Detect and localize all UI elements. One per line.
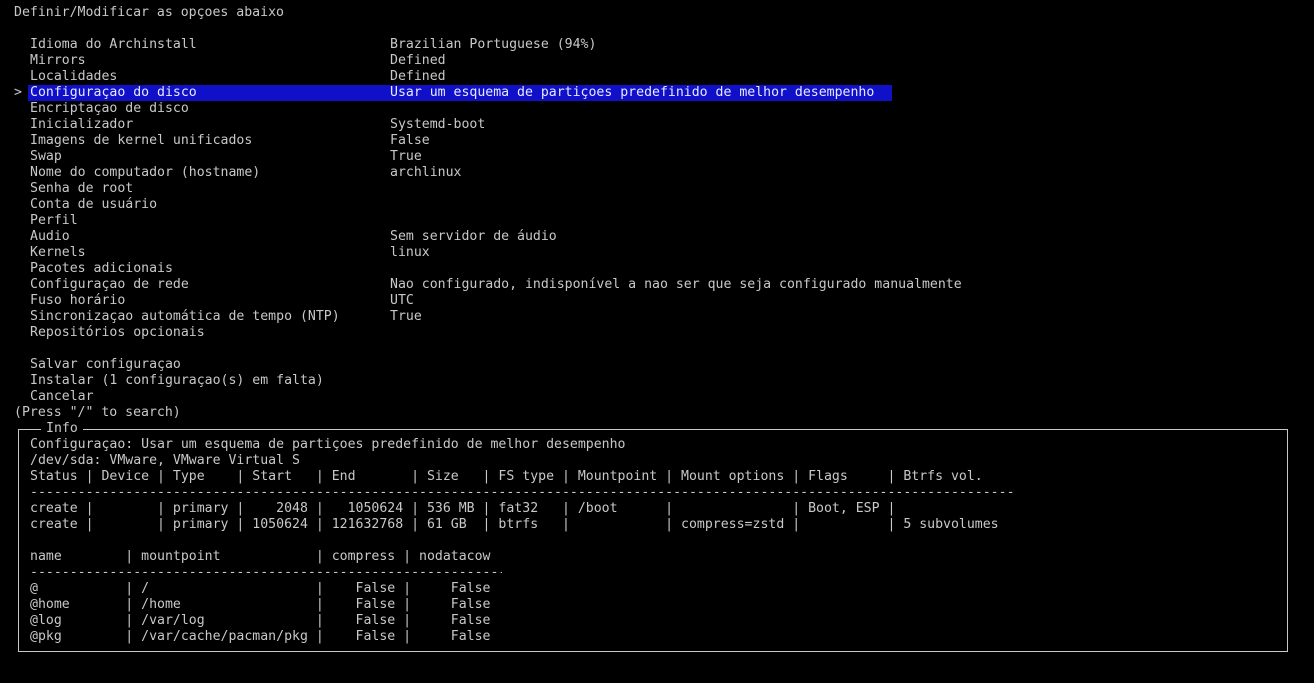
menu-item-fuso-horario[interactable]: Fuso horário UTC: [14, 293, 878, 309]
menu-item-value: Brazilian Portuguese (94%): [390, 37, 597, 52]
menu-item-conta-usuario[interactable]: Conta de usuário: [14, 197, 878, 213]
menu-item-label: Senha de root: [30, 181, 134, 196]
menu-item-audio[interactable]: Audio Sem servidor de áudio: [14, 229, 878, 245]
menu-item-label: Configuraçao de rede: [30, 277, 189, 292]
info-panel: Info Configuraçao: Usar um esquema de pa…: [18, 421, 1288, 652]
menu-item-label: Pacotes adicionais: [30, 261, 173, 276]
save-config-button[interactable]: Salvar configuraçao: [14, 357, 878, 373]
menu-item-senha-root[interactable]: Senha de root: [14, 181, 878, 197]
menu-item-label: Audio: [30, 229, 70, 244]
menu-item-idioma[interactable]: Idioma do Archinstall Brazilian Portugue…: [14, 37, 878, 53]
info-config-line: Configuraçao: Usar um esquema de partiço…: [30, 437, 626, 452]
menu-item-label: Conta de usuário: [30, 197, 158, 212]
menu-item-label: Localidades: [30, 69, 118, 84]
menu-item-value: Defined: [390, 53, 446, 68]
menu-item-label: Imagens de kernel unificados: [30, 133, 253, 148]
menu-item-label: Kernels: [30, 245, 86, 260]
menu-item-label: Repositórios opcionais: [30, 325, 205, 340]
menu-item-localidades[interactable]: Localidades Defined: [14, 69, 878, 85]
menu-item-value: Defined: [390, 69, 446, 84]
install-button[interactable]: Instalar (1 configuraçao(s) em falta): [14, 373, 878, 389]
menu-item-label: Sincronizaçao automática de tempo (NTP): [30, 309, 340, 324]
cancel-button[interactable]: Cancelar: [14, 389, 878, 405]
menu-item-value: True: [390, 309, 422, 324]
subvolume-table-row: @home | /home | False | False: [30, 597, 491, 612]
info-device-line: /dev/sda: VMware, VMware Virtual S: [30, 453, 300, 468]
menu-item-label: Mirrors: [30, 53, 86, 68]
subvolume-table-row: @log | /var/log | False | False: [30, 613, 491, 628]
menu-item-value: Systemd-boot: [390, 117, 486, 132]
page-title: Definir/Modificar as opçoes abaixo: [14, 5, 284, 20]
menu-item-label: Instalar (1 configuraçao(s) em falta): [30, 373, 324, 388]
menu-item-label: Salvar configuraçao: [30, 357, 181, 372]
subvolume-table-separator: ----------------------------------------…: [30, 565, 502, 580]
menu-item-perfil[interactable]: Perfil: [14, 213, 878, 229]
menu-item-value: Nao configurado, indisponível a nao ser …: [390, 277, 962, 292]
search-hint: (Press "/" to search): [14, 405, 181, 420]
menu-item-value: Usar um esquema de partiçoes predefinido…: [390, 85, 875, 100]
subvolume-table-row: @ | / | False | False: [30, 581, 491, 596]
menu-item-value: True: [390, 149, 422, 164]
info-panel-title: Info: [41, 421, 83, 437]
menu-item-hostname[interactable]: Nome do computador (hostname) archlinux: [14, 165, 878, 181]
menu-item-pacotes[interactable]: Pacotes adicionais: [14, 261, 878, 277]
partition-table-row: create | | primary | 1050624 | 121632768…: [30, 517, 999, 532]
partition-table-separator: ----------------------------------------…: [30, 485, 1013, 500]
menu-item-label: Encriptaçao de disco: [30, 101, 189, 116]
menu-cursor-icon: >: [14, 85, 22, 100]
menu-item-label: Nome do computador (hostname): [30, 165, 261, 180]
menu-item-label: Configuraçao do disco: [30, 85, 197, 100]
menu-item-encriptacao[interactable]: Encriptaçao de disco: [14, 101, 878, 117]
menu-item-inicializador[interactable]: Inicializador Systemd-boot: [14, 117, 878, 133]
menu-item-label: Perfil: [30, 213, 78, 228]
menu-item-label: Swap: [30, 149, 62, 164]
menu-item-value: UTC: [390, 293, 414, 308]
menu-item-swap[interactable]: Swap True: [14, 149, 878, 165]
menu-item-kernels[interactable]: Kernels linux: [14, 245, 878, 261]
menu-item-value: False: [390, 133, 430, 148]
menu-item-label: Fuso horário: [30, 293, 126, 308]
menu-item-imagens-kernel[interactable]: Imagens de kernel unificados False: [14, 133, 878, 149]
subvolume-table-header: name | mountpoint | compress | nodatacow: [30, 549, 491, 564]
menu-item-configuracao-disco[interactable]: > Configuraçao do disco Usar um esquema …: [14, 85, 892, 101]
partition-table-row: create | | primary | 2048 | 1050624 | 53…: [30, 501, 896, 516]
menu-item-value: archlinux: [390, 165, 462, 180]
menu-item-label: Cancelar: [30, 389, 94, 404]
menu-item-ntp[interactable]: Sincronizaçao automática de tempo (NTP) …: [14, 309, 878, 325]
partition-table-header: Status | Device | Type | Start | End | S…: [30, 469, 983, 484]
menu-item-mirrors[interactable]: Mirrors Defined: [14, 53, 878, 69]
menu-item-label: Inicializador: [30, 117, 134, 132]
menu-item-repositorios[interactable]: Repositórios opcionais: [14, 325, 878, 341]
menu-item-value: linux: [390, 245, 430, 260]
menu-item-label: Idioma do Archinstall: [30, 37, 197, 52]
subvolume-table-row: @pkg | /var/cache/pacman/pkg | False | F…: [30, 629, 491, 644]
menu-item-value: Sem servidor de áudio: [390, 229, 557, 244]
menu-item-rede[interactable]: Configuraçao de rede Nao configurado, in…: [14, 277, 962, 293]
